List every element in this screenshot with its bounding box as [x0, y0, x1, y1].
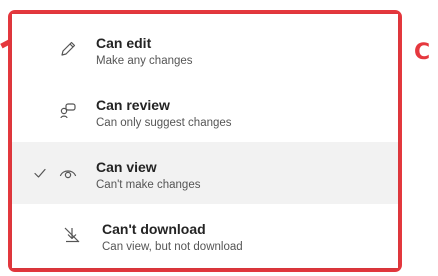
- menu-item-label-group: Can edit Make any changes: [96, 35, 193, 69]
- eye-icon: [58, 163, 78, 183]
- menu-item-subtitle: Can only suggest changes: [96, 117, 232, 129]
- menu-item-title: Can view: [96, 159, 157, 175]
- no-download-icon: [62, 225, 82, 245]
- menu-item-title: Can't download: [102, 221, 206, 237]
- checkmark-icon: [33, 166, 47, 180]
- menu-item-cant-download[interactable]: Can't download Can view, but not downloa…: [12, 204, 398, 266]
- callout-label: C: [414, 40, 431, 65]
- menu-item-can-edit[interactable]: Can edit Make any changes: [12, 18, 398, 80]
- menu-item-subtitle: Make any changes: [96, 55, 193, 67]
- review-icon: [58, 101, 78, 121]
- permissions-menu: Can edit Make any changes Can review Can…: [12, 14, 398, 268]
- menu-item-can-review[interactable]: Can review Can only suggest changes: [12, 80, 398, 142]
- menu-item-title: Can edit: [96, 35, 152, 51]
- menu-item-subtitle: Can view, but not download: [102, 241, 243, 253]
- menu-item-label-group: Can review Can only suggest changes: [96, 97, 232, 131]
- menu-item-subtitle: Can't make changes: [96, 179, 201, 191]
- menu-item-can-view[interactable]: Can view Can't make changes: [12, 142, 398, 204]
- pencil-icon: [58, 39, 78, 59]
- menu-item-label-group: Can't download Can view, but not downloa…: [102, 221, 243, 255]
- menu-item-title: Can review: [96, 97, 170, 113]
- menu-item-label-group: Can view Can't make changes: [96, 159, 200, 193]
